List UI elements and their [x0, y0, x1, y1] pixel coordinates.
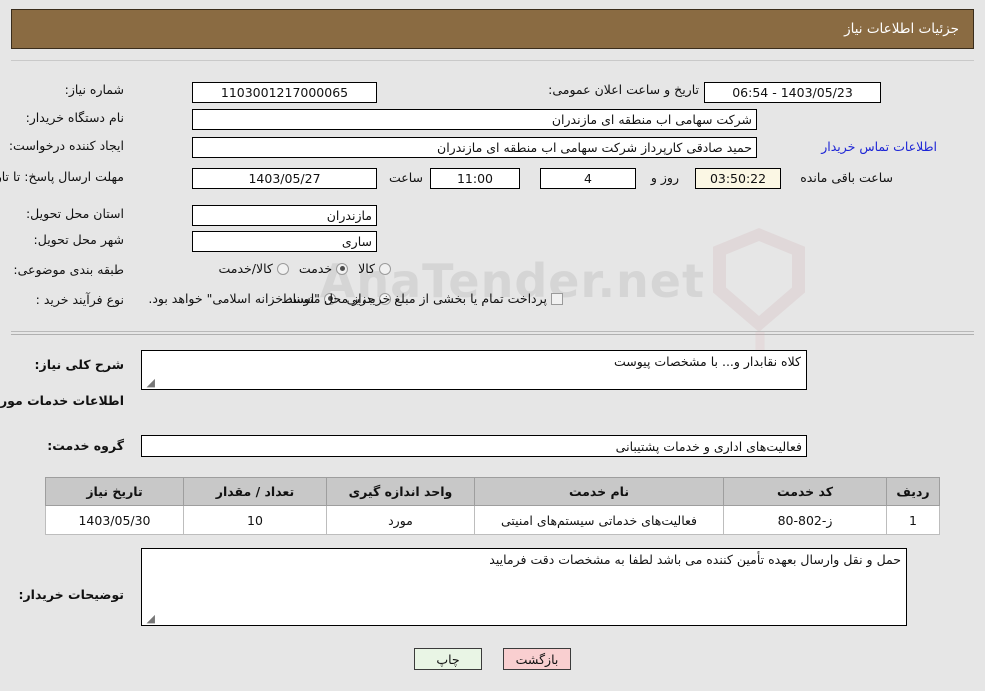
province-label: استان محل تحویل:	[25, 206, 124, 221]
countdown-field: 03:50:22	[695, 168, 781, 189]
col-date: تاریخ نیاز	[45, 477, 184, 506]
city-field[interactable]: ساری	[192, 231, 377, 252]
action-buttons: بازگشت چاپ	[0, 648, 985, 670]
print-button[interactable]: چاپ	[414, 648, 482, 670]
city-row: شهر محل تحویل:	[34, 232, 124, 247]
services-table: ردیف کد خدمت نام خدمت واحد اندازه گیری ت…	[45, 477, 940, 535]
days-word-label: روز و	[650, 170, 679, 185]
services-heading: اطلاعات خدمات مورد نیاز	[0, 393, 124, 408]
service-group-row: گروه خدمت:	[47, 438, 124, 453]
general-desc-label: شرح کلی نیاز:	[34, 357, 124, 372]
province-row: استان محل تحویل:	[26, 206, 124, 221]
resize-grip-icon-notes[interactable]: ◢	[144, 613, 155, 624]
page-title: جزئیات اطلاعات نیاز	[844, 21, 959, 37]
buyer-org-label: نام دستگاه خریدار:	[25, 110, 124, 125]
countdown-suffix-label: ساعت باقی مانده	[800, 170, 893, 185]
need-number-label: شماره نیاز:	[64, 82, 124, 97]
table-header-row: ردیف کد خدمت نام خدمت واحد اندازه گیری ت…	[45, 477, 940, 506]
requester-row: ایجاد کننده درخواست:	[9, 138, 124, 153]
cell-unit: مورد	[326, 505, 475, 535]
buyer-notes-label: توضیحات خریدار:	[18, 587, 124, 602]
announce-datetime-field[interactable]: 1403/05/23 - 06:54	[704, 82, 881, 103]
col-name: نام خدمت	[474, 477, 724, 506]
announce-datetime-row: تاریخ و ساعت اعلان عمومی:	[548, 82, 699, 97]
requester-label: ایجاد کننده درخواست:	[8, 138, 124, 153]
process-row: نوع فرآیند خرید :	[36, 292, 124, 307]
deadline-label: مهلت ارسال پاسخ: تا تاریخ:	[0, 169, 124, 184]
category-options: کالا خدمت کالا/خدمت	[208, 261, 391, 276]
city-label: شهر محل تحویل:	[33, 232, 124, 247]
general-desc-row: شرح کلی نیاز:	[35, 357, 124, 372]
announce-datetime-label: تاریخ و ساعت اعلان عمومی:	[548, 82, 699, 97]
general-desc-textarea[interactable]: کلاه نقابدار و... با مشخصات پیوست ◢	[141, 350, 807, 390]
cell-index: 1	[886, 505, 940, 535]
page-root: جزئیات اطلاعات نیاز AnaTender.net شماره …	[0, 0, 985, 691]
buyer-contact-link-wrap: اطلاعات تماس خریدار	[821, 139, 937, 154]
cell-quantity: 10	[183, 505, 327, 535]
hour-label-wrap: ساعت	[389, 170, 423, 185]
deadline-time-field[interactable]: 11:00	[430, 168, 520, 189]
days-remaining-field[interactable]: 4	[540, 168, 636, 189]
treasury-checkbox[interactable]	[551, 292, 563, 305]
hour-label: ساعت	[388, 170, 423, 185]
buyer-notes-textarea[interactable]: حمل و نقل وارسال بعهده تأمین کننده می با…	[141, 548, 907, 626]
radio-category-kala-khedmat-label: کالا/خدمت	[218, 261, 273, 276]
buyer-notes-text: حمل و نقل وارسال بعهده تأمین کننده می با…	[489, 552, 901, 567]
col-unit: واحد اندازه گیری	[326, 477, 475, 506]
buyer-contact-link[interactable]: اطلاعات تماس خریدار	[821, 139, 937, 154]
col-code: کد خدمت	[723, 477, 887, 506]
radio-category-kala-khedmat[interactable]	[276, 262, 289, 275]
days-word-wrap: روز و	[651, 170, 679, 185]
buyer-org-row: نام دستگاه خریدار:	[26, 110, 124, 125]
radio-category-khedmat[interactable]	[336, 262, 349, 275]
service-group-label: گروه خدمت:	[47, 438, 124, 453]
countdown-suffix-wrap: ساعت باقی مانده	[800, 170, 893, 185]
table-row[interactable]: 1 ز-802-80 فعالیت‌های خدماتی سیستم‌های ا…	[45, 505, 940, 535]
page-header: جزئیات اطلاعات نیاز	[11, 9, 974, 49]
deadline-date-field[interactable]: 1403/05/27	[192, 168, 377, 189]
col-index: ردیف	[886, 477, 940, 506]
process-label: نوع فرآیند خرید :	[35, 292, 124, 307]
cell-name: فعالیت‌های خدماتی سیستم‌های امنیتی	[474, 505, 724, 535]
cell-date: 1403/05/30	[45, 505, 184, 535]
cell-code: ز-802-80	[723, 505, 887, 535]
category-row: طبقه بندی موضوعی:	[13, 262, 124, 277]
radio-category-kala-label: کالا	[358, 261, 375, 276]
treasury-checkbox-label: پرداخت تمام یا بخشی از مبلغ خرید،از محل …	[148, 291, 547, 306]
need-number-field[interactable]: 1103001217000065	[192, 82, 377, 103]
resize-grip-icon[interactable]: ◢	[144, 377, 155, 388]
treasury-option: پرداخت تمام یا بخشی از مبلغ خرید،از محل …	[138, 291, 563, 306]
buyer-org-field[interactable]: شرکت سهامی اب منطقه ای مازندران	[192, 109, 757, 130]
province-field[interactable]: مازندران	[192, 205, 377, 226]
radio-category-kala[interactable]	[379, 262, 391, 275]
deadline-label-wrap: مهلت ارسال پاسخ: تا تاریخ:	[0, 168, 124, 185]
col-quantity: تعداد / مقدار	[183, 477, 327, 506]
general-desc-text: کلاه نقابدار و... با مشخصات پیوست	[613, 354, 801, 369]
radio-category-khedmat-label: خدمت	[298, 261, 333, 276]
requester-field[interactable]: حمید صادقی کارپرداز شرکت سهامی اب منطقه …	[192, 137, 757, 158]
need-number-row: شماره نیاز:	[65, 82, 124, 97]
service-group-field[interactable]: فعالیت‌های اداری و خدمات پشتیبانی	[141, 435, 807, 457]
category-label: طبقه بندی موضوعی:	[13, 262, 124, 277]
back-button[interactable]: بازگشت	[503, 648, 571, 670]
buyer-notes-row: توضیحات خریدار:	[18, 587, 124, 602]
